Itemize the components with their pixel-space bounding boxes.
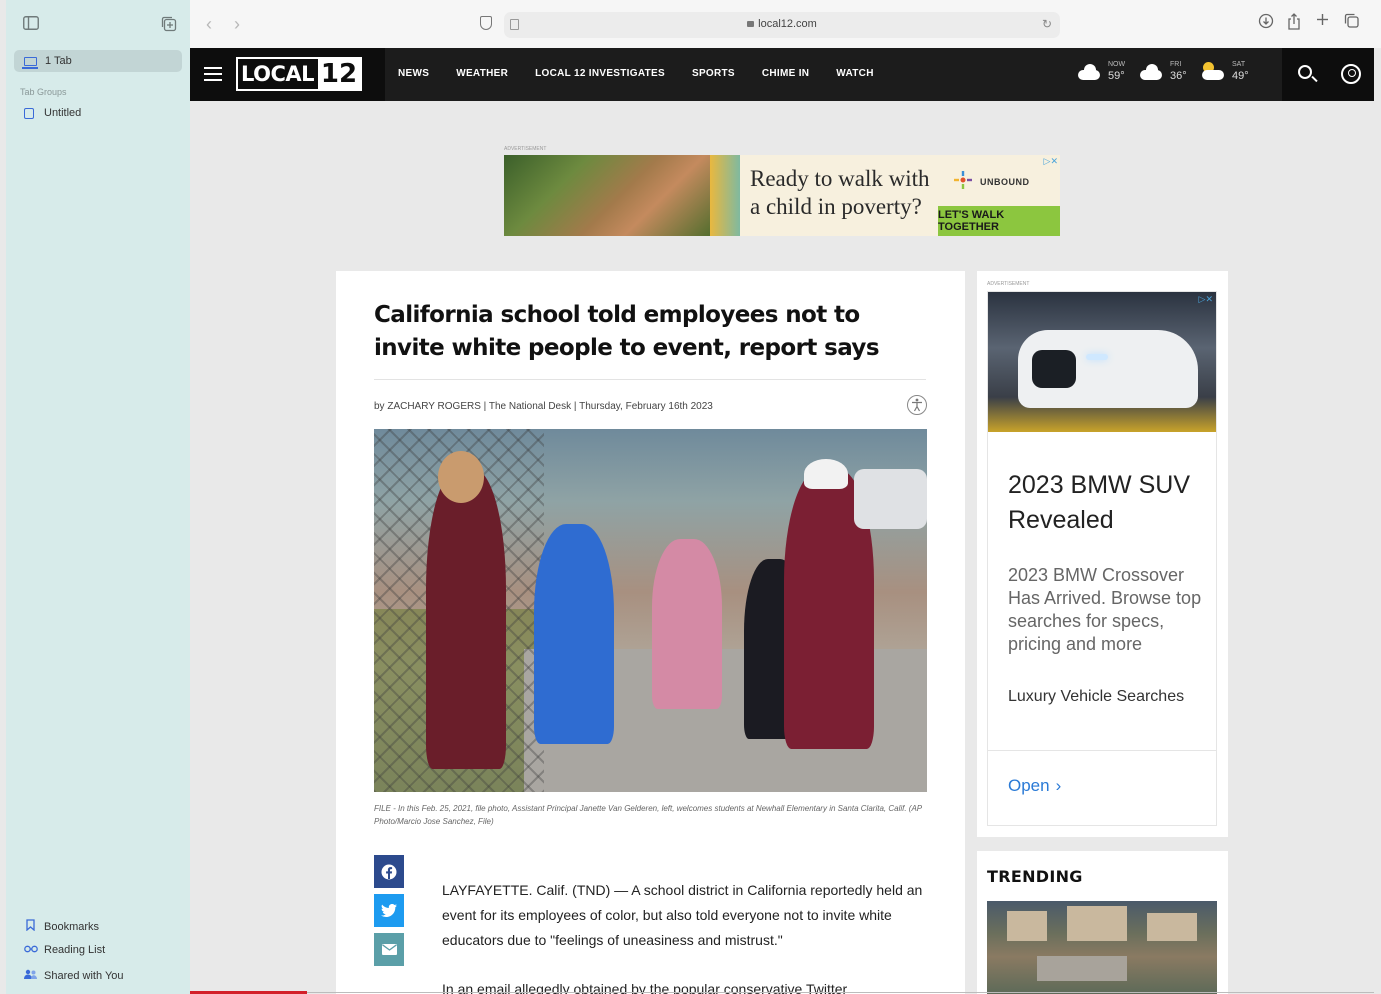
adchoices-icon[interactable]: ▷✕ (1044, 156, 1058, 167)
privacy-shield-icon[interactable] (480, 16, 492, 30)
tab-group-untitled[interactable]: Untitled (24, 107, 81, 119)
ad-car-image[interactable]: ▷✕ (988, 292, 1216, 432)
weather-sat[interactable]: SAT 49° (1202, 61, 1249, 82)
account-icon[interactable] (1341, 64, 1361, 84)
twitter-icon (381, 904, 397, 917)
url-text: local12.com (758, 18, 817, 30)
partly-sunny-icon (1202, 61, 1226, 82)
menu-icon[interactable] (204, 67, 222, 81)
twitter-share-button[interactable] (374, 894, 404, 927)
search-icon[interactable] (1298, 65, 1312, 79)
nav-weather[interactable]: WEATHER (456, 68, 508, 79)
tab-group-icon (24, 107, 34, 119)
weather-label: NOW (1108, 61, 1126, 68)
facebook-icon (381, 864, 397, 879)
ad-card[interactable]: ▷✕ 2023 BMW SUV Revealed 2023 BMW Crosso… (987, 291, 1217, 826)
bookmark-icon (24, 919, 36, 934)
article-byline: by ZACHARY ROGERS | The National Desk | … (374, 401, 713, 412)
weather-fri[interactable]: FRI 36° (1140, 61, 1187, 82)
site-header: LOCAL 12 NEWS WEATHER LOCAL 12 INVESTIGA… (190, 48, 1374, 101)
sidebar-item-reading-list[interactable]: Reading List (24, 944, 105, 956)
reload-icon[interactable]: ↻ (1042, 17, 1052, 31)
logo-text: LOCAL (241, 62, 315, 86)
logo-number: 12 (318, 59, 360, 89)
sidebar-toggle-icon[interactable] (22, 16, 40, 32)
email-share-button[interactable] (374, 933, 404, 966)
divider (988, 750, 1216, 751)
tab-groups-heading: Tab Groups (20, 87, 67, 97)
tab-group-label: Untitled (44, 107, 82, 119)
share-buttons (374, 855, 404, 972)
nav-local12-investigates[interactable]: LOCAL 12 INVESTIGATES (535, 68, 665, 79)
facebook-share-button[interactable] (374, 855, 404, 888)
weather-temp: 59° (1108, 70, 1125, 82)
weather-now[interactable]: NOW 59° (1078, 61, 1125, 82)
accessibility-icon[interactable] (907, 395, 927, 415)
downloads-icon[interactable] (1258, 13, 1274, 34)
trending-heading: TRENDING (987, 867, 1083, 886)
email-icon (381, 944, 397, 955)
laptop-icon (22, 56, 38, 69)
ad-photo (504, 155, 710, 236)
photo-caption: FILE - In this Feb. 25, 2021, file photo… (374, 804, 922, 826)
ad-open-button[interactable]: Open › (1008, 776, 1061, 796)
back-icon[interactable]: ‹ (206, 14, 212, 35)
weather-temp: 36° (1170, 70, 1187, 82)
ad-cta-button[interactable]: LET'S WALK TOGETHER (938, 206, 1060, 236)
article-paragraph: LAYFAYETTE. Calif. (TND) — A school dist… (442, 882, 923, 948)
adchoices-icon[interactable]: ▷✕ (1199, 294, 1213, 305)
ad-description: 2023 BMW Crossover Has Arrived. Browse t… (1008, 565, 1202, 654)
unbound-logo-icon (954, 171, 972, 189)
ad-title[interactable]: 2023 BMW SUV Revealed (1008, 468, 1208, 538)
nav-news[interactable]: NEWS (398, 68, 429, 79)
tab-overview-icon[interactable] (1344, 13, 1359, 33)
share-icon[interactable] (1287, 13, 1301, 35)
browser-toolbar: ‹ › local12.com ↻ (190, 0, 1381, 48)
tab-count-label: 1 Tab (45, 55, 72, 67)
chevron-right-icon: › (1055, 776, 1062, 795)
trending-section: TRENDING (977, 851, 1228, 994)
article-card: California school told employees not to … (336, 271, 965, 994)
ad-sponsor: Luxury Vehicle Searches (1008, 688, 1185, 705)
safari-sidebar: 1 Tab Tab Groups Untitled Bookmarks Read… (6, 0, 190, 994)
weather-label: SAT (1232, 61, 1246, 68)
nav-chime-in[interactable]: CHIME IN (762, 68, 809, 79)
shared-with-you-icon (24, 969, 37, 983)
sidebar-item-bookmarks[interactable]: Bookmarks (24, 919, 99, 934)
ad-label: ADVERTISEMENT (504, 146, 547, 152)
weather-temp: 49° (1232, 70, 1249, 82)
ad-brand: UNBOUND (980, 177, 1030, 187)
cloud-icon (1078, 62, 1102, 82)
new-tab-icon[interactable] (1316, 13, 1329, 31)
article-title: California school told employees not to … (374, 302, 880, 361)
sidebar-item-label: Shared with You (44, 970, 124, 982)
ad-headline: Ready to walk with a child in poverty? (750, 166, 930, 219)
ad-label: ADVERTISEMENT (987, 281, 1030, 287)
sidebar-ad: ADVERTISEMENT ▷✕ 2023 BMW SUV Revealed 2… (977, 271, 1228, 837)
sidebar-item-shared-with-you[interactable]: Shared with You (24, 969, 124, 983)
local12-logo[interactable]: LOCAL 12 (236, 57, 362, 91)
nav-sports[interactable]: SPORTS (692, 68, 735, 79)
top-banner-ad[interactable]: Ready to walk with a child in poverty? U… (504, 155, 1060, 236)
address-bar[interactable]: local12.com ↻ (504, 12, 1060, 38)
weather-label: FRI (1170, 61, 1182, 68)
sidebar-header (6, 0, 190, 48)
sidebar-item-label: Reading List (44, 944, 106, 956)
lock-icon (747, 21, 755, 27)
main-nav: NEWS WEATHER LOCAL 12 INVESTIGATES SPORT… (398, 68, 901, 79)
sidebar-tabs-item[interactable]: 1 Tab (14, 50, 182, 72)
new-tab-group-icon[interactable] (160, 16, 178, 32)
article-photo[interactable] (374, 429, 927, 792)
nav-watch[interactable]: WATCH (836, 68, 873, 79)
snow-cloud-icon (1140, 62, 1164, 82)
ad-open-label: Open (1008, 776, 1050, 795)
sidebar-item-label: Bookmarks (44, 920, 100, 933)
reading-list-icon (24, 944, 38, 956)
forward-icon[interactable]: › (234, 14, 240, 35)
divider (374, 379, 926, 380)
trending-image[interactable] (987, 901, 1217, 994)
